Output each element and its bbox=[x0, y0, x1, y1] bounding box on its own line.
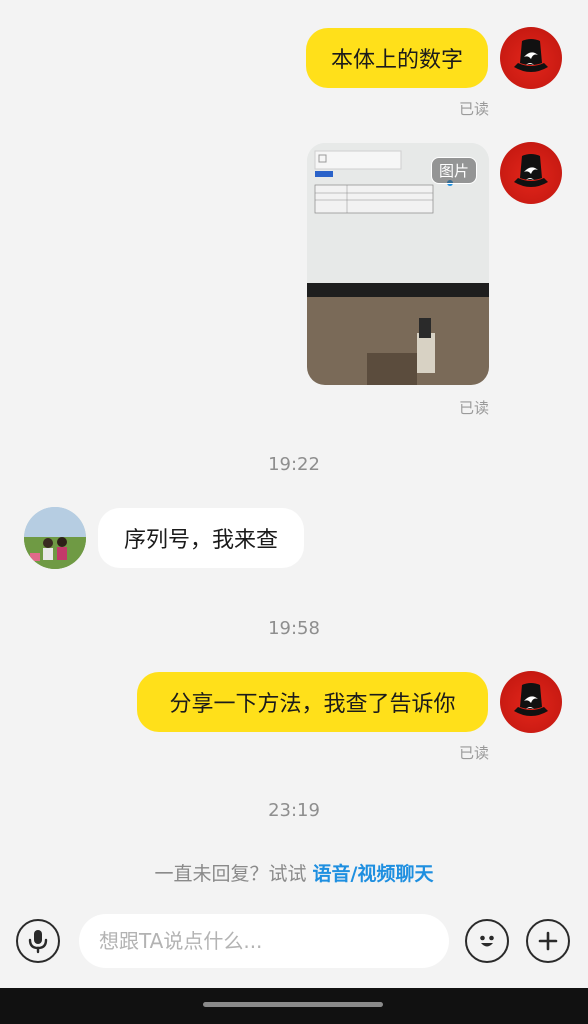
hat-logo-icon bbox=[514, 683, 548, 716]
message-text: 分享一下方法，我查了告诉你 bbox=[169, 692, 456, 717]
timestamp: 19:22 bbox=[268, 454, 320, 475]
image-message[interactable]: 图片 bbox=[307, 143, 489, 385]
message-bubble-incoming[interactable]: 序列号，我来查 bbox=[98, 508, 304, 568]
microphone-icon bbox=[28, 930, 48, 954]
message-bubble-outgoing[interactable]: 本体上的数字 bbox=[306, 28, 488, 88]
timestamp: 19:58 bbox=[268, 618, 320, 639]
voice-video-chat-link[interactable]: 语音/视频聊天 bbox=[313, 863, 434, 885]
avatar-photo bbox=[24, 507, 86, 569]
hint-prefix: 一直未回复？试试 bbox=[154, 863, 313, 885]
read-status: 已读 bbox=[459, 100, 490, 118]
message-bubble-outgoing[interactable]: 分享一下方法，我查了告诉你 bbox=[137, 672, 488, 732]
my-avatar[interactable] bbox=[500, 27, 562, 89]
no-reply-hint: 一直未回复？试试 语音/视频聊天 bbox=[0, 859, 588, 886]
emoji-icon bbox=[480, 935, 494, 947]
contact-avatar[interactable] bbox=[24, 507, 86, 569]
read-status: 已读 bbox=[459, 399, 490, 417]
plus-icon bbox=[538, 931, 558, 951]
my-avatar[interactable] bbox=[500, 671, 562, 733]
hat-logo-icon bbox=[514, 39, 548, 72]
emoji-button[interactable] bbox=[465, 919, 509, 963]
message-input[interactable] bbox=[79, 914, 449, 968]
message-text: 本体上的数字 bbox=[330, 48, 463, 73]
home-indicator[interactable] bbox=[203, 1002, 383, 1007]
image-tag: 图片 bbox=[430, 157, 477, 184]
timestamp: 23:19 bbox=[268, 800, 320, 821]
more-actions-button[interactable] bbox=[526, 919, 570, 963]
my-avatar[interactable] bbox=[500, 142, 562, 204]
hat-logo-icon bbox=[514, 154, 548, 187]
read-status: 已读 bbox=[459, 744, 490, 762]
message-text: 序列号，我来查 bbox=[123, 528, 278, 553]
voice-input-button[interactable] bbox=[16, 919, 60, 963]
